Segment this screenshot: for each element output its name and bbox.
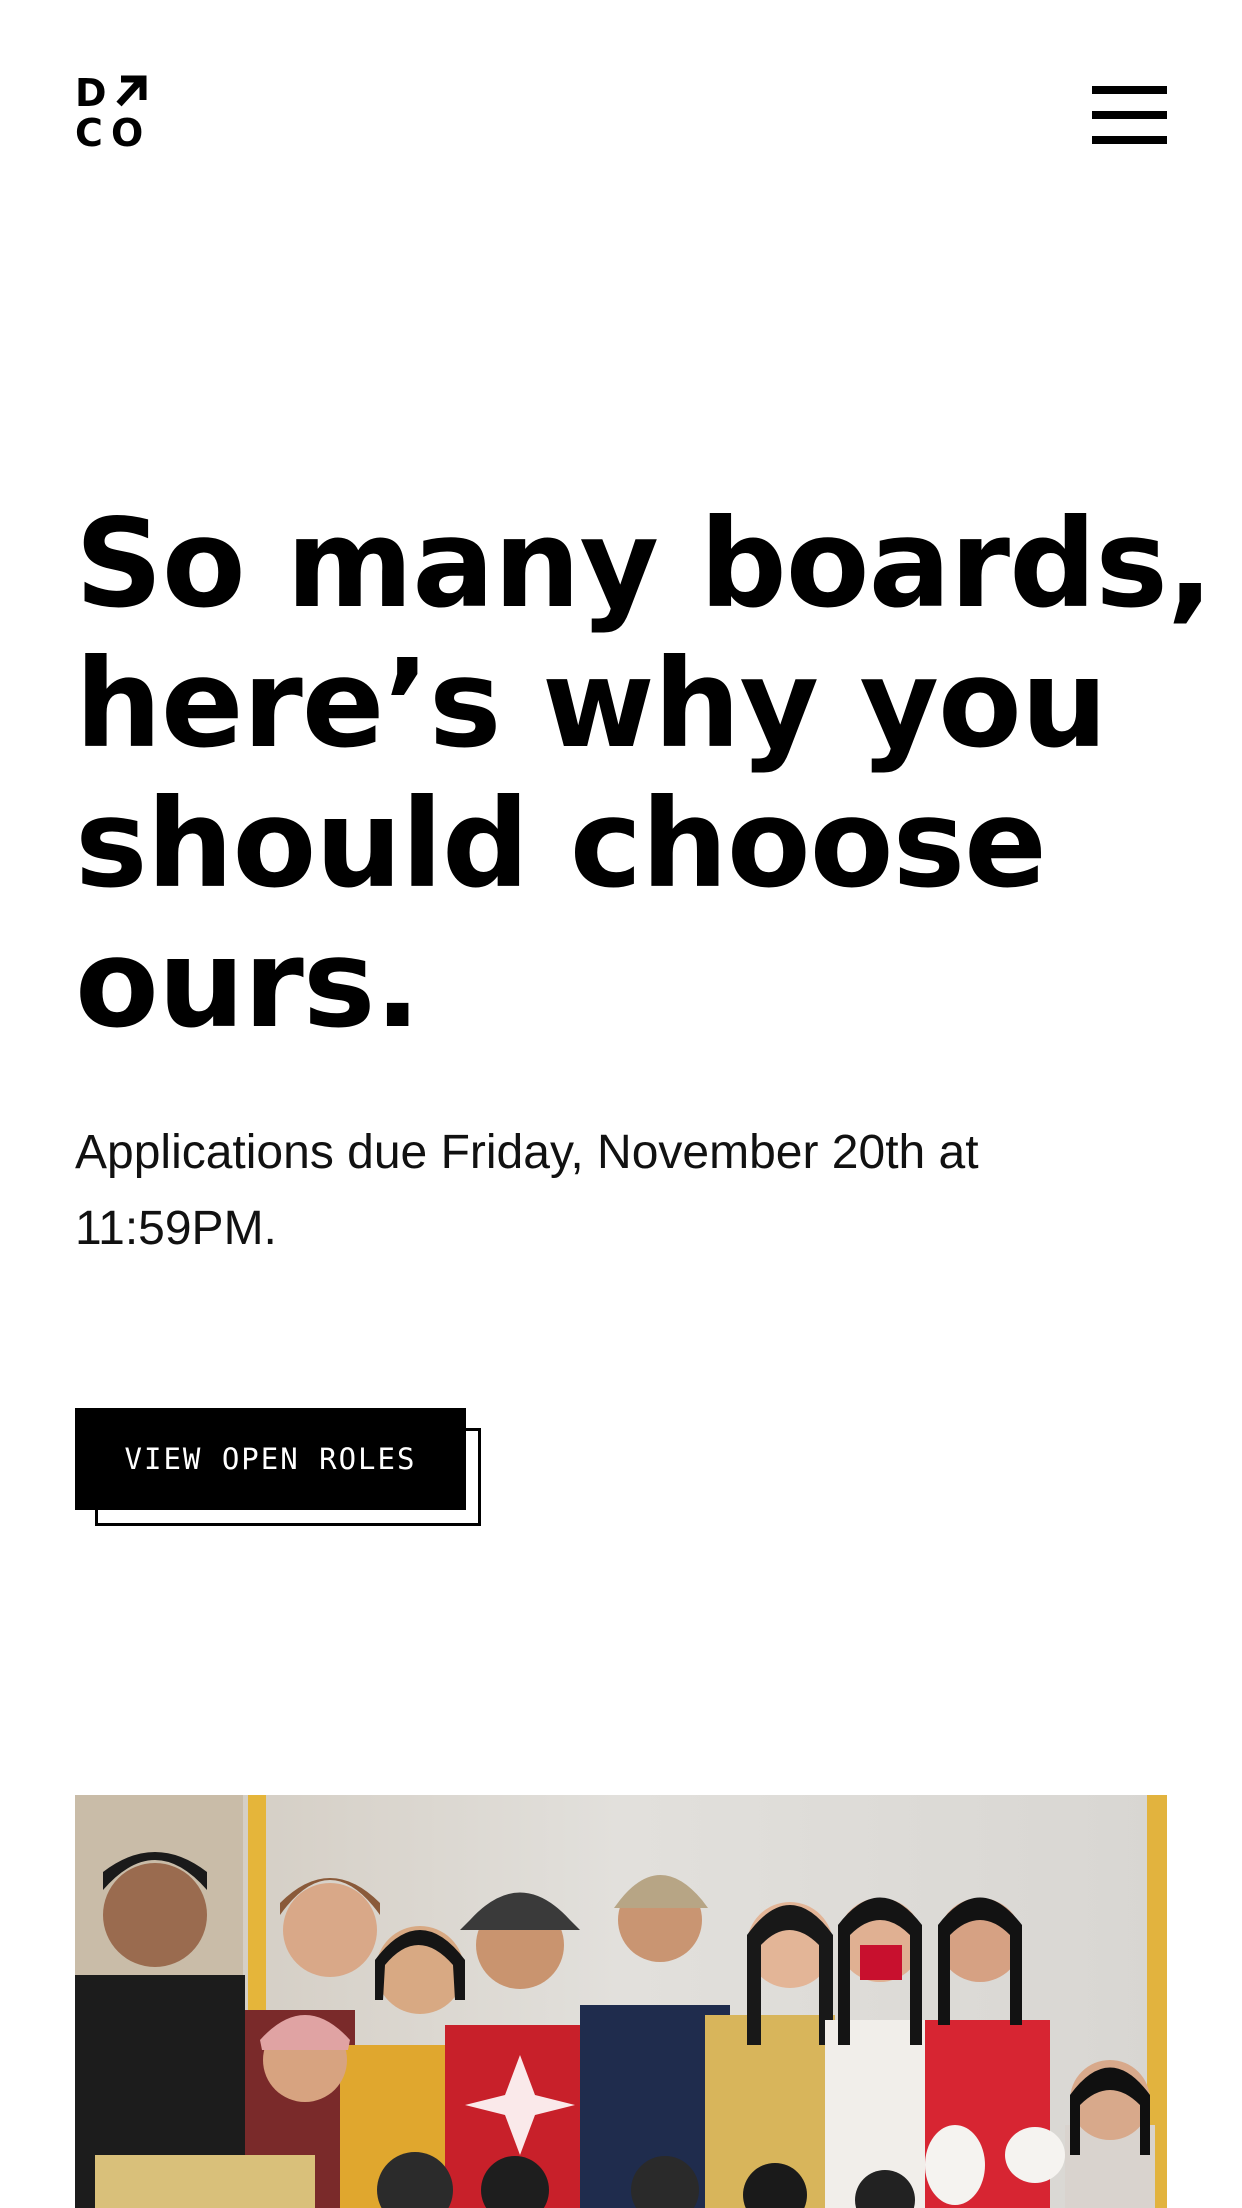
menu-bar bbox=[1092, 86, 1167, 94]
logo-letter-o: O bbox=[111, 111, 143, 148]
headline-line: should choose bbox=[75, 773, 1047, 915]
deadline-line: 11:59PM. bbox=[75, 1202, 277, 1255]
deadline-line: Applications due Friday, November 20th a… bbox=[75, 1126, 979, 1179]
application-deadline: Applications due Friday, November 20th a… bbox=[75, 1115, 1175, 1267]
hamburger-menu-icon[interactable] bbox=[1092, 86, 1167, 146]
logo-letter-c: C bbox=[75, 111, 103, 148]
cta-container: VIEW OPEN ROLES bbox=[75, 1408, 487, 1530]
logo-mark: D C O bbox=[75, 71, 147, 155]
hero-headline: So many boards, here’s why you should ch… bbox=[75, 493, 1213, 1055]
headline-line: here’s why you bbox=[75, 633, 1108, 775]
logo-letter-d: D bbox=[75, 74, 107, 115]
logo[interactable]: D C O bbox=[75, 71, 147, 155]
headline-line: ours. bbox=[75, 913, 421, 1055]
view-open-roles-button[interactable]: VIEW OPEN ROLES bbox=[75, 1408, 466, 1510]
headline-line: So many boards, bbox=[75, 493, 1213, 635]
group-photo-image bbox=[75, 1795, 1167, 2208]
group-photo bbox=[75, 1795, 1167, 2208]
arrow-up-right-icon bbox=[116, 75, 147, 107]
menu-bar bbox=[1092, 136, 1167, 144]
menu-bar bbox=[1092, 111, 1167, 119]
